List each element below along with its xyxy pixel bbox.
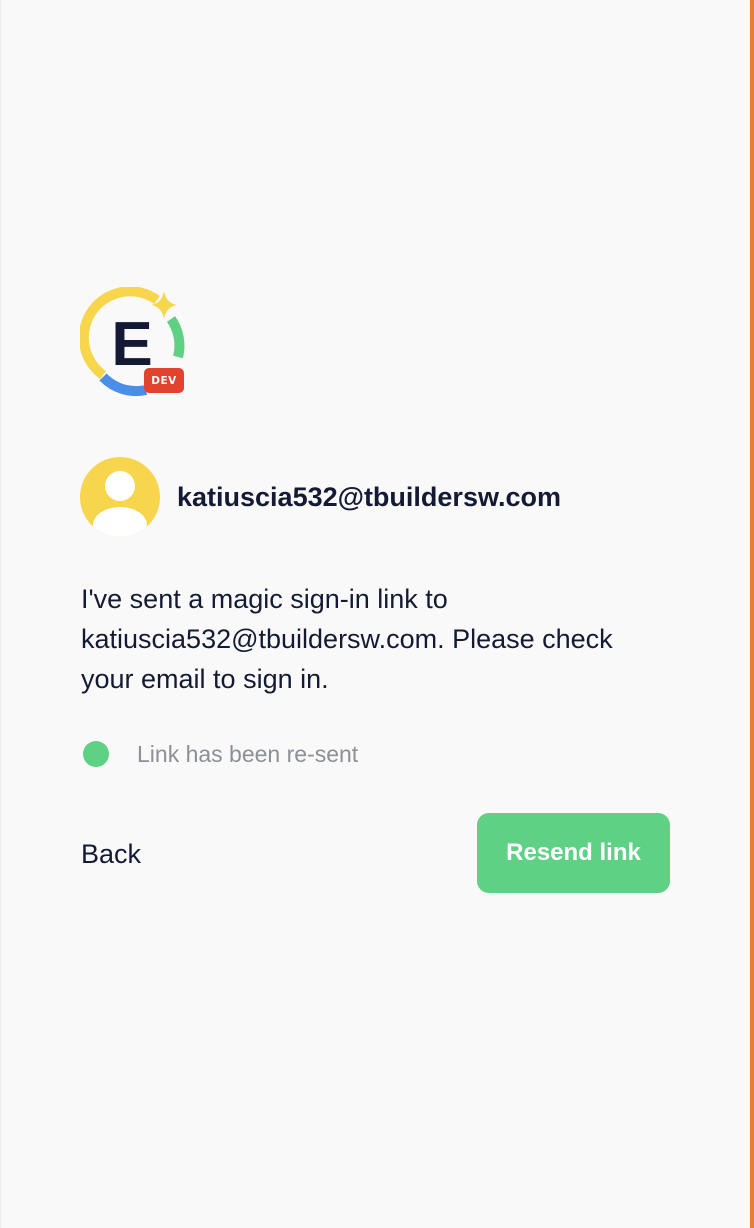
window-left-border <box>0 0 1 1228</box>
resend-link-button[interactable]: Resend link <box>477 813 670 893</box>
status-text: Link has been re-sent <box>137 740 359 767</box>
resend-status: Link has been re-sent <box>83 738 358 770</box>
window-right-border <box>750 0 754 1228</box>
avatar <box>80 457 160 537</box>
app-logo: E DEV <box>80 287 190 397</box>
user-avatar-icon <box>80 457 160 537</box>
success-dot-icon <box>83 741 109 767</box>
user-identity: katiuscia532@tbuildersw.com <box>80 457 561 537</box>
magic-link-message: I've sent a magic sign-in link to katius… <box>81 584 613 694</box>
back-button[interactable]: Back <box>81 834 141 874</box>
user-email: katiuscia532@tbuildersw.com <box>177 481 561 512</box>
dev-badge: DEV <box>144 368 184 393</box>
